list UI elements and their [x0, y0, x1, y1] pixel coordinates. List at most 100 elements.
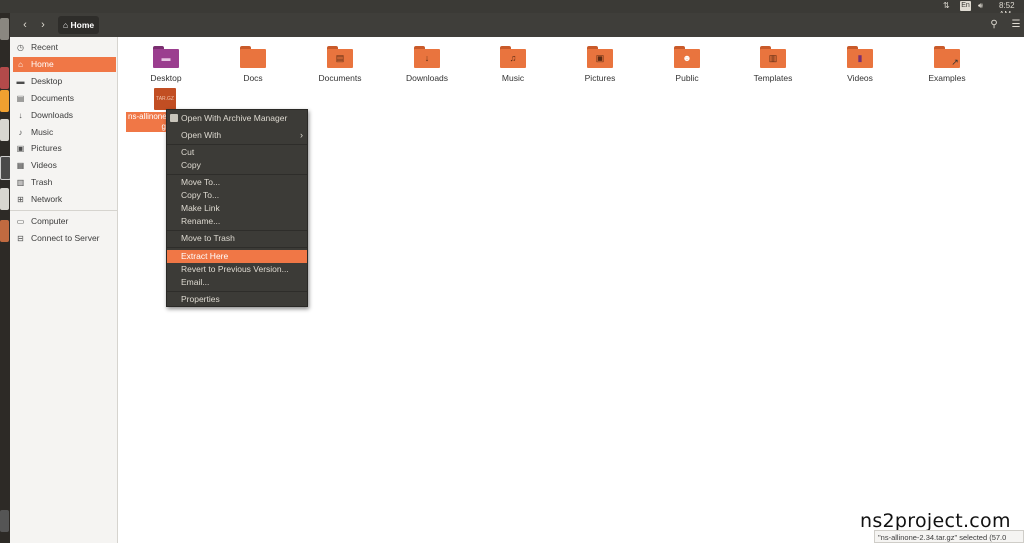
sidebar-item-label: Home [31, 59, 54, 69]
search-icon[interactable]: ⚲ [984, 16, 1004, 34]
menu-item-properties[interactable]: Properties [167, 293, 307, 306]
launcher-app-icon[interactable] [0, 220, 9, 242]
trash-icon: ▥ [16, 178, 25, 187]
sidebar-item-label: Recent [31, 42, 58, 52]
folder-examples[interactable]: ↗ Examples [907, 46, 987, 90]
launcher-browser-icon[interactable] [0, 90, 9, 112]
menu-separator [167, 230, 307, 231]
folder-downloads[interactable]: ↓ Downloads [387, 46, 467, 90]
sidebar-item-label: Downloads [31, 110, 74, 120]
folder-icon [240, 46, 266, 68]
network-icon: ⊞ [17, 195, 24, 204]
folder-desktop[interactable]: ▬ Desktop [126, 46, 206, 90]
home-icon: ⌂ [18, 60, 23, 69]
path-label: Home [70, 20, 95, 30]
launcher-settings-icon[interactable] [0, 188, 9, 210]
music-folder-icon: ♫ [500, 46, 526, 68]
list-view-icon[interactable]: ☰ [1006, 16, 1024, 34]
folder-music[interactable]: ♫ Music [473, 46, 553, 90]
examples-folder-icon: ↗ [934, 46, 960, 68]
sidebar-item-label: Documents [31, 93, 74, 103]
folder-label: Music [501, 73, 525, 83]
sidebar-item-videos[interactable]: ▦ Videos [13, 158, 116, 173]
launcher-trash-icon[interactable] [0, 510, 9, 532]
sidebar-item-label: Videos [31, 160, 57, 170]
menu-item-make-link[interactable]: Make Link [167, 202, 307, 215]
sidebar-item-connect-to-server[interactable]: ⊟ Connect to Server [13, 231, 116, 246]
folder-label: Examples [928, 73, 966, 83]
sidebar: ◷ Recent ⌂ Home ▬ Desktop ▤ Documents ↓ Downl… [10, 37, 118, 543]
folder-label: Desktop [150, 73, 182, 83]
menu-item-cut[interactable]: Cut [167, 146, 307, 159]
sidebar-item-documents[interactable]: ▤ Documents [13, 91, 116, 106]
menu-item-open-with[interactable]: Open With › [167, 129, 307, 142]
network-icon[interactable]: ⇅ [943, 1, 950, 10]
menu-item-revert-to-previous-version[interactable]: Revert to Previous Version... [167, 263, 307, 276]
launcher-office-icon[interactable] [0, 119, 9, 141]
folder-templates[interactable]: ▥ Templates [733, 46, 813, 90]
chevron-right-icon: › [300, 130, 303, 140]
folder-label: Videos [847, 73, 873, 83]
templates-folder-icon: ▥ [760, 46, 786, 68]
sidebar-item-music[interactable]: ♪ Music [13, 125, 116, 140]
sidebar-item-recent[interactable]: ◷ Recent [13, 40, 116, 55]
menu-separator [167, 291, 307, 292]
archive-label-line1: ns-allinone- [128, 112, 168, 121]
documents-folder-icon: ▤ [327, 46, 353, 68]
sidebar-item-label: Pictures [31, 143, 62, 153]
server-icon: ⊟ [17, 234, 24, 243]
launcher [0, 13, 11, 543]
sidebar-item-label: Computer [31, 216, 69, 226]
videos-icon: ▦ [16, 161, 25, 170]
clock-icon: ◷ [17, 43, 24, 52]
menu-item-copy[interactable]: Copy [167, 159, 307, 172]
menu-item-open-with-archive-manager[interactable]: Open With Archive Manager [167, 112, 307, 125]
folder-public[interactable]: ☻ Public [647, 46, 727, 90]
launcher-files-icon[interactable] [0, 67, 9, 89]
sidebar-item-label: Connect to Server [31, 233, 100, 243]
folder-label: Templates [753, 73, 793, 83]
folder-label: Pictures [584, 73, 616, 83]
videos-folder-icon: ▮ [847, 46, 873, 68]
menu-separator [167, 247, 307, 248]
folder-docs[interactable]: Docs [213, 46, 293, 90]
public-folder-icon: ☻ [674, 46, 700, 68]
archive-manager-icon [170, 114, 178, 122]
sidebar-item-downloads[interactable]: ↓ Downloads [13, 108, 116, 123]
sidebar-divider [10, 210, 117, 211]
folder-label: Documents [318, 73, 362, 83]
folder-label: Public [675, 73, 699, 83]
sidebar-item-label: Trash [31, 177, 53, 187]
menu-item-move-to-trash[interactable]: Move to Trash [167, 232, 307, 245]
menu-item-email[interactable]: Email... [167, 276, 307, 289]
launcher-dash-icon[interactable] [0, 18, 9, 40]
folder-label: Docs [243, 73, 263, 83]
menu-item-rename[interactable]: Rename... [167, 215, 307, 228]
volume-icon[interactable]: 🔊︎ [978, 1, 983, 11]
desktop-icon: ▬ [16, 77, 25, 86]
folder-pictures[interactable]: ▣ Pictures [560, 46, 640, 90]
sidebar-item-desktop[interactable]: ▬ Desktop [13, 74, 116, 89]
menu-item-copy-to[interactable]: Copy To... [167, 189, 307, 202]
sidebar-item-label: Network [31, 194, 63, 204]
downloads-icon: ↓ [18, 111, 23, 120]
documents-icon: ▤ [16, 94, 25, 103]
menu-item-move-to[interactable]: Move To... [167, 176, 307, 189]
menu-separator [167, 174, 307, 175]
back-icon[interactable]: ‹ [16, 17, 34, 33]
sidebar-item-trash[interactable]: ▥ Trash [13, 175, 116, 190]
pictures-icon: ▣ [16, 144, 25, 153]
menu-item-extract-here[interactable]: Extract Here [167, 250, 307, 263]
sidebar-item-network[interactable]: ⊞ Network [13, 192, 116, 207]
keyboard-language-indicator[interactable]: En [960, 1, 971, 11]
sidebar-item-label: Music [31, 127, 54, 137]
folder-videos[interactable]: ▮ Videos [820, 46, 900, 90]
computer-icon: ▭ [16, 217, 25, 226]
forward-icon[interactable]: › [34, 17, 52, 33]
sidebar-item-computer[interactable]: ▭ Computer [13, 214, 116, 229]
sidebar-item-pictures[interactable]: ▣ Pictures [13, 141, 116, 156]
folder-documents[interactable]: ▤ Documents [300, 46, 380, 90]
sidebar-item-home[interactable]: ⌂ Home [13, 57, 116, 72]
context-menu: Open With Archive Manager Open With › Cut… [166, 109, 308, 307]
path-home-button[interactable]: ⌂ Home [58, 16, 100, 34]
